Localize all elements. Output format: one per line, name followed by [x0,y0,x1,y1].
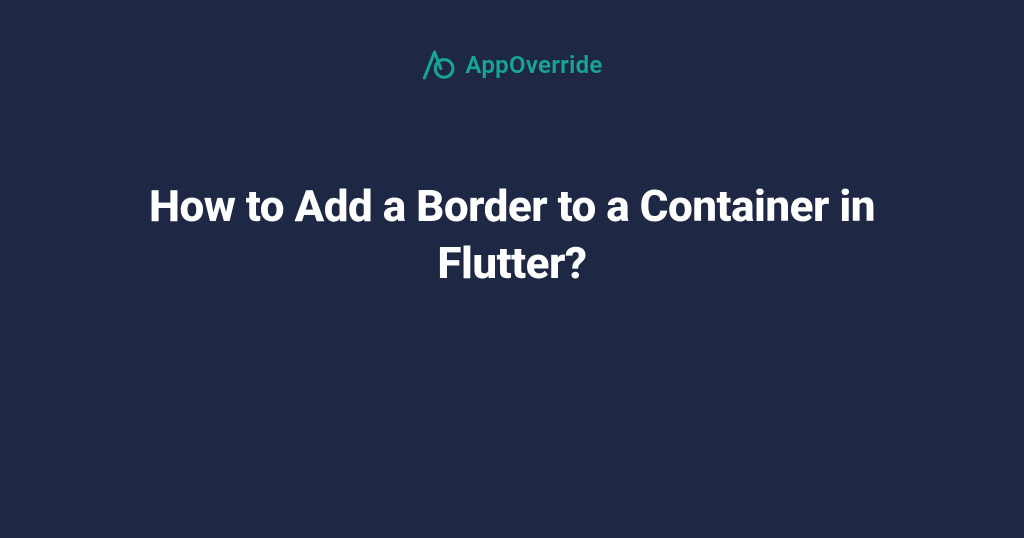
brand-name: AppOverride [465,51,602,79]
page-title: How to Add a Border to a Container in Fl… [132,178,892,292]
brand-logo: AppOverride [421,48,602,82]
appoverride-logo-icon [421,48,455,82]
